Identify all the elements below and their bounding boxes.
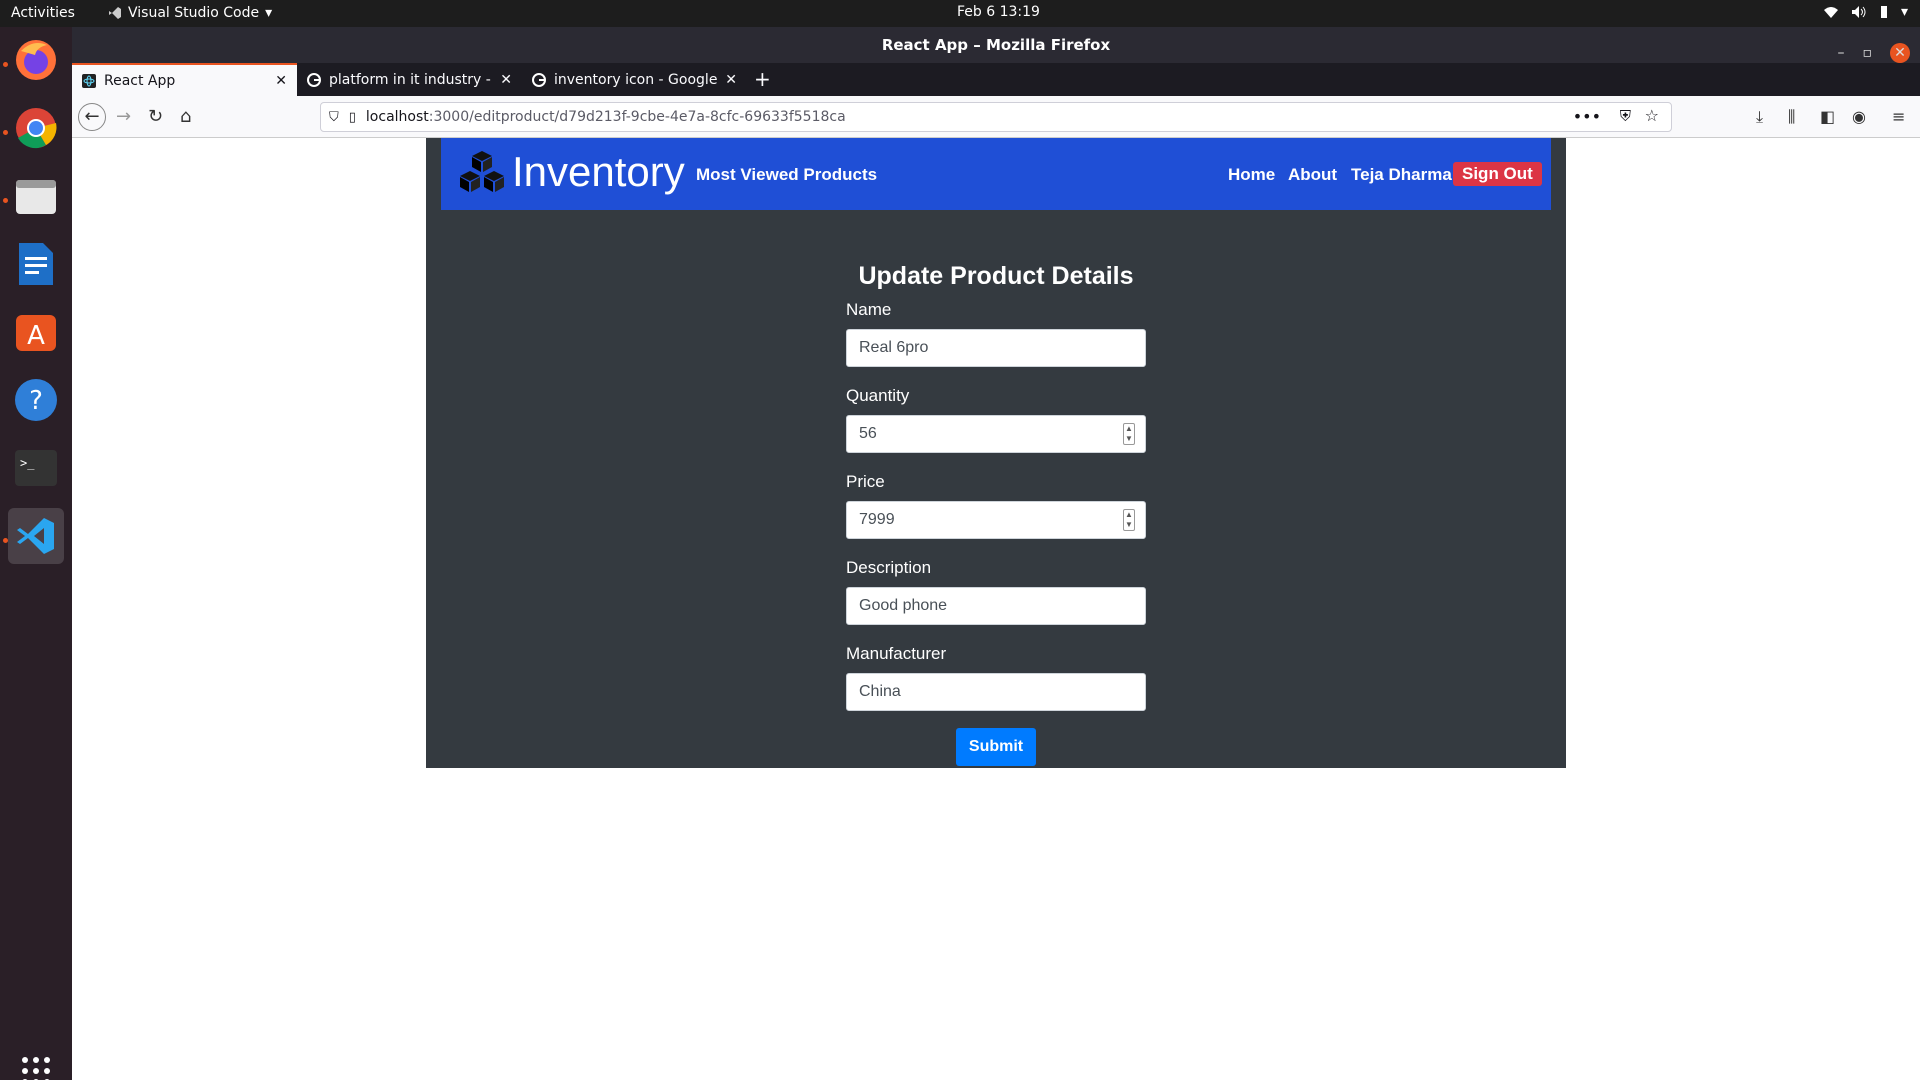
- firefox-window: React App – Mozilla Firefox – ▫ ✕ React …: [72, 27, 1920, 1080]
- price-stepper[interactable]: ▲ ▼: [1123, 509, 1135, 531]
- app-menu-label: Visual Studio Code: [128, 5, 260, 21]
- chevron-down-icon: ▾: [265, 5, 273, 21]
- dock: A ? >_: [0, 27, 72, 1080]
- vscode-icon[interactable]: [8, 508, 64, 564]
- google-icon: [307, 72, 321, 87]
- chevron-down-icon: ▾: [1900, 4, 1908, 20]
- name-label: Name: [846, 300, 892, 319]
- app-menu[interactable]: Visual Studio Code ▾: [108, 5, 272, 21]
- chrome-icon[interactable]: [8, 100, 64, 156]
- stepper-down-icon[interactable]: ▼: [1125, 434, 1133, 444]
- url-path: :3000/editproduct/d79d213f-9cbe-4e7a-8cf…: [428, 109, 846, 125]
- nav-home[interactable]: Home: [1228, 165, 1275, 185]
- form-title: Update Product Details: [858, 262, 1134, 290]
- menu-icon[interactable]: ≡: [1892, 107, 1905, 126]
- reload-icon[interactable]: ↻: [148, 106, 163, 127]
- tab-title: inventory icon - Google S: [554, 71, 718, 88]
- activities-button[interactable]: Activities: [11, 5, 75, 21]
- tab-title: React App: [104, 72, 176, 89]
- app-container: Inventory Most Viewed Products Home Abou…: [426, 138, 1566, 768]
- battery-icon: [1880, 6, 1887, 18]
- manufacturer-input[interactable]: China: [846, 673, 1146, 711]
- pocket-icon[interactable]: ⛨: [1620, 107, 1631, 125]
- close-window-icon[interactable]: ✕: [1890, 43, 1910, 63]
- cubes-logo-icon: [460, 151, 504, 192]
- quantity-stepper[interactable]: ▲ ▼: [1123, 423, 1135, 445]
- google-icon: [532, 72, 546, 87]
- account-icon[interactable]: ◉: [1852, 107, 1866, 126]
- files-icon[interactable]: [8, 168, 64, 224]
- bookmark-star-icon[interactable]: ☆: [1645, 106, 1659, 125]
- svg-text:>_: >_: [20, 456, 35, 470]
- price-value: 7999: [859, 511, 895, 528]
- url-host: localhost: [365, 109, 429, 125]
- tab-strip: React App ✕ platform in it industry - G …: [72, 63, 1920, 96]
- sign-out-button[interactable]: Sign Out: [1453, 162, 1542, 186]
- system-top-bar: Activities Visual Studio Code ▾ Feb 6 13…: [0, 0, 1920, 27]
- description-input[interactable]: Good phone: [846, 587, 1146, 625]
- vscode-small-icon: [109, 7, 121, 19]
- window-title: React App – Mozilla Firefox: [881, 36, 1111, 54]
- brand-name: Inventory: [512, 148, 685, 195]
- nav-about[interactable]: About: [1288, 165, 1337, 185]
- price-label: Price: [846, 472, 885, 491]
- page-actions-icon[interactable]: •••: [1573, 107, 1601, 126]
- description-label: Description: [846, 558, 932, 577]
- close-tab-icon[interactable]: ✕: [500, 72, 512, 88]
- stepper-up-icon[interactable]: ▲: [1125, 424, 1133, 434]
- nav-user-name[interactable]: Teja Dharma: [1351, 165, 1452, 185]
- app-navbar: Inventory Most Viewed Products Home Abou…: [441, 138, 1551, 210]
- home-icon[interactable]: ⌂: [180, 106, 191, 127]
- nav-most-viewed-products[interactable]: Most Viewed Products: [696, 165, 877, 185]
- svg-text:A: A: [27, 321, 45, 351]
- react-icon: [82, 73, 96, 88]
- downloads-icon[interactable]: ⤓: [1756, 107, 1763, 127]
- writer-icon[interactable]: [8, 236, 64, 292]
- stepper-down-icon[interactable]: ▼: [1125, 520, 1133, 530]
- forward-icon[interactable]: →: [116, 106, 131, 127]
- browser-toolbar: ← → ↻ ⌂ ⛉ ▯ localhost:3000/editproduct/d…: [72, 96, 1920, 138]
- price-input[interactable]: 7999 ▲ ▼: [846, 501, 1146, 539]
- close-tab-icon[interactable]: ✕: [275, 73, 287, 89]
- page-info-icon[interactable]: ▯: [349, 110, 356, 125]
- page-content: Inventory Most Viewed Products Home Abou…: [72, 138, 1920, 1080]
- svg-text:?: ?: [29, 386, 43, 416]
- window-titlebar: React App – Mozilla Firefox – ▫ ✕: [72, 27, 1920, 63]
- back-icon[interactable]: ←: [78, 103, 106, 131]
- manufacturer-label: Manufacturer: [846, 644, 947, 663]
- close-tab-icon[interactable]: ✕: [725, 72, 737, 88]
- help-icon[interactable]: ?: [8, 372, 64, 428]
- url-bar[interactable]: ⛉ ▯ localhost:3000/editproduct/d79d213f-…: [320, 102, 1672, 132]
- url-text: localhost:3000/editproduct/d79d213f-9cbe…: [366, 109, 846, 125]
- tab-platform-search[interactable]: platform in it industry - G ✕: [297, 63, 522, 96]
- quantity-input[interactable]: 56 ▲ ▼: [846, 415, 1146, 453]
- tab-title: platform in it industry - G: [329, 71, 493, 88]
- stepper-up-icon[interactable]: ▲: [1125, 510, 1133, 520]
- quantity-label: Quantity: [846, 386, 910, 405]
- tab-inventory-icon-search[interactable]: inventory icon - Google S ✕: [522, 63, 747, 96]
- sidebar-icon[interactable]: ◧: [1820, 107, 1835, 126]
- show-applications-icon[interactable]: [22, 1057, 50, 1080]
- shield-icon[interactable]: ⛉: [329, 110, 339, 125]
- system-tray[interactable]: ▾: [1823, 4, 1908, 20]
- wifi-icon: [1823, 7, 1838, 18]
- volume-icon: [1851, 6, 1866, 18]
- terminal-icon[interactable]: >_: [8, 440, 64, 496]
- library-icon[interactable]: ⫼: [1788, 107, 1795, 127]
- software-center-icon[interactable]: A: [8, 304, 64, 360]
- name-input[interactable]: Real 6pro: [846, 329, 1146, 367]
- firefox-icon[interactable]: [8, 32, 64, 88]
- tab-react-app[interactable]: React App ✕: [72, 63, 297, 96]
- new-tab-icon[interactable]: +: [754, 67, 771, 91]
- quantity-value: 56: [859, 425, 877, 442]
- clock[interactable]: Feb 6 13:19: [957, 4, 1040, 20]
- submit-button[interactable]: Submit: [956, 728, 1036, 766]
- brand[interactable]: Inventory: [456, 148, 685, 196]
